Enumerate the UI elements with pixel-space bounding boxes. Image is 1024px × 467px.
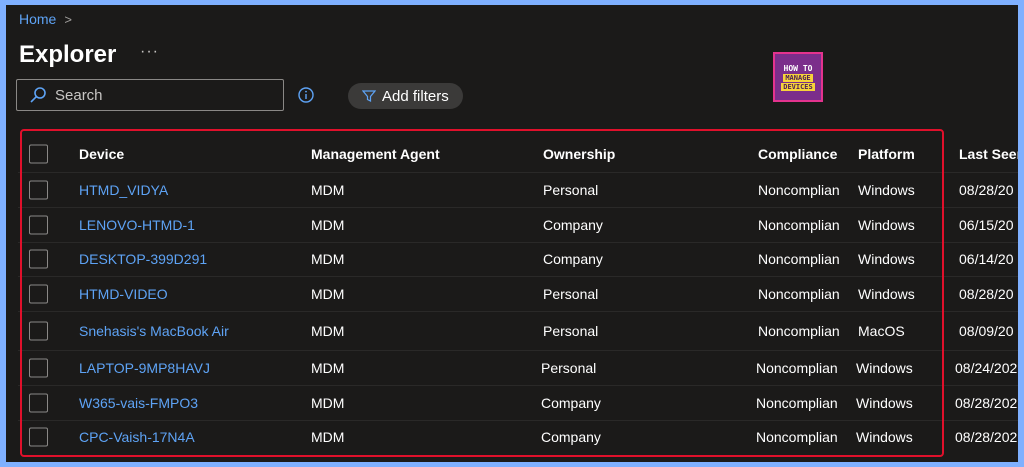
row-checkbox[interactable]: [29, 393, 48, 413]
column-header-last-seen[interactable]: Last Seen: [959, 146, 1018, 162]
device-name-link[interactable]: DESKTOP-399D291: [79, 251, 207, 267]
table-row[interactable]: CPC-Vaish-17N4A MDM Company Noncomplian …: [18, 420, 1018, 454]
compliance-cell: Noncomplian: [756, 360, 838, 376]
table-row[interactable]: LENOVO-HTMD-1 MDM Company Noncomplian Wi…: [18, 208, 1018, 243]
compliance-cell: Noncomplian: [758, 182, 840, 198]
row-checkbox[interactable]: [29, 249, 48, 269]
platform-cell: MacOS: [858, 323, 905, 339]
how-to-manage-devices-logo: HOW TO MANAGE DEVICES: [773, 52, 823, 102]
management-agent-cell: MDM: [311, 395, 345, 411]
row-checkbox[interactable]: [29, 427, 48, 447]
search-input[interactable]: [53, 85, 277, 105]
row-checkbox[interactable]: [29, 215, 48, 235]
ownership-cell: Personal: [541, 360, 597, 376]
ownership-cell: Personal: [543, 323, 599, 339]
chevron-right-icon: >: [64, 11, 72, 27]
ownership-cell: Company: [543, 217, 603, 233]
management-agent-cell: MDM: [311, 217, 345, 233]
device-name-link[interactable]: LAPTOP-9MP8HAVJ: [79, 360, 210, 376]
add-filters-label: Add filters: [382, 87, 449, 105]
logo-line-3: DEVICES: [781, 82, 815, 91]
device-name-link[interactable]: Snehasis's MacBook Air: [79, 323, 229, 339]
search-box[interactable]: [16, 79, 284, 111]
device-name-link[interactable]: CPC-Vaish-17N4A: [79, 429, 195, 445]
devices-table: Device Management Agent Ownership Compli…: [18, 128, 1018, 462]
last-seen-cell: 06/14/20: [959, 251, 1014, 267]
add-filters-button[interactable]: Add filters: [348, 83, 463, 109]
column-header-device[interactable]: Device: [79, 146, 124, 162]
platform-cell: Windows: [858, 251, 915, 267]
row-checkbox[interactable]: [29, 284, 48, 304]
page-title: Explorer: [19, 41, 117, 68]
compliance-cell: Noncomplian: [758, 251, 840, 267]
column-header-management-agent[interactable]: Management Agent: [311, 146, 440, 162]
management-agent-cell: MDM: [311, 429, 345, 445]
management-agent-cell: MDM: [311, 182, 345, 198]
column-header-ownership[interactable]: Ownership: [543, 146, 615, 162]
search-icon: [30, 87, 46, 103]
row-checkbox[interactable]: [29, 321, 48, 341]
logo-line-1: HOW TO: [783, 63, 813, 73]
breadcrumb: Home >: [19, 11, 72, 27]
last-seen-cell: 08/24/202: [955, 360, 1018, 376]
ownership-cell: Company: [541, 429, 601, 445]
ownership-cell: Personal: [543, 182, 599, 198]
ownership-cell: Company: [541, 395, 601, 411]
last-seen-cell: 08/28/20: [959, 286, 1014, 302]
management-agent-cell: MDM: [311, 360, 345, 376]
platform-cell: Windows: [856, 360, 913, 376]
device-name-link[interactable]: LENOVO-HTMD-1: [79, 217, 195, 233]
row-checkbox[interactable]: [29, 358, 48, 378]
logo-line-2: MANAGE: [783, 73, 813, 82]
ownership-cell: Company: [543, 251, 603, 267]
platform-cell: Windows: [858, 182, 915, 198]
device-name-link[interactable]: HTMD-VIDEO: [79, 286, 168, 302]
filter-icon: [362, 90, 376, 102]
device-name-link[interactable]: W365-vais-FMPO3: [79, 395, 198, 411]
explorer-window: Home > Explorer ··· Add filters HOW TO M…: [6, 5, 1018, 462]
breadcrumb-home-link[interactable]: Home: [19, 11, 56, 27]
platform-cell: Windows: [856, 395, 913, 411]
compliance-cell: Noncomplian: [756, 395, 838, 411]
table-row[interactable]: W365-vais-FMPO3 MDM Company Noncomplian …: [18, 386, 1018, 421]
last-seen-cell: 08/28/20: [959, 182, 1014, 198]
management-agent-cell: MDM: [311, 251, 345, 267]
device-name-link[interactable]: HTMD_VIDYA: [79, 182, 168, 198]
table-header-row: Device Management Agent Ownership Compli…: [18, 136, 1018, 173]
ownership-cell: Personal: [543, 286, 599, 302]
compliance-cell: Noncomplian: [758, 286, 840, 302]
table-row[interactable]: LAPTOP-9MP8HAVJ MDM Personal Noncomplian…: [18, 351, 1018, 386]
info-icon[interactable]: [298, 87, 314, 103]
compliance-cell: Noncomplian: [756, 429, 838, 445]
column-header-compliance[interactable]: Compliance: [758, 146, 837, 162]
management-agent-cell: MDM: [311, 323, 345, 339]
platform-cell: Windows: [856, 429, 913, 445]
compliance-cell: Noncomplian: [758, 217, 840, 233]
select-all-checkbox[interactable]: [29, 144, 48, 164]
table-row[interactable]: HTMD-VIDEO MDM Personal Noncomplian Wind…: [18, 277, 1018, 312]
last-seen-cell: 08/28/202: [955, 395, 1018, 411]
compliance-cell: Noncomplian: [758, 323, 840, 339]
table-row[interactable]: HTMD_VIDYA MDM Personal Noncomplian Wind…: [18, 173, 1018, 208]
management-agent-cell: MDM: [311, 286, 345, 302]
column-header-platform[interactable]: Platform: [858, 146, 915, 162]
last-seen-cell: 08/28/202: [955, 429, 1018, 445]
platform-cell: Windows: [858, 217, 915, 233]
last-seen-cell: 06/15/20: [959, 217, 1014, 233]
platform-cell: Windows: [858, 286, 915, 302]
row-checkbox[interactable]: [29, 180, 48, 200]
table-row[interactable]: DESKTOP-399D291 MDM Company Noncomplian …: [18, 242, 1018, 277]
more-options-button[interactable]: ···: [140, 43, 159, 61]
table-row[interactable]: Snehasis's MacBook Air MDM Personal Nonc…: [18, 312, 1018, 351]
last-seen-cell: 08/09/20: [959, 323, 1014, 339]
